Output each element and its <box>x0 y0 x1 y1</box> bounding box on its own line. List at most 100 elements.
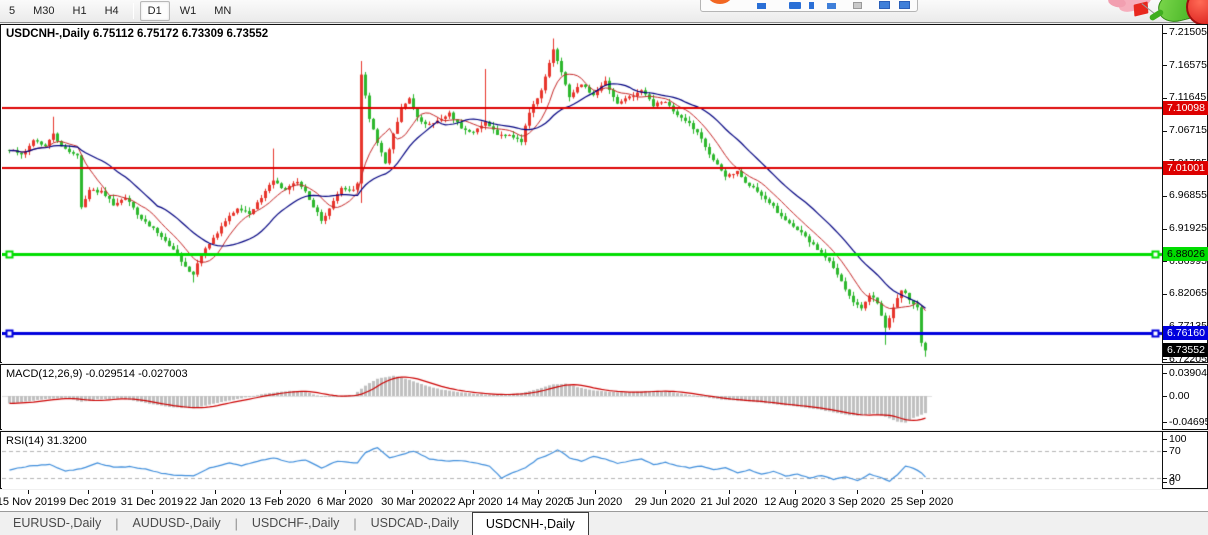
price-tick-mark <box>1163 196 1167 197</box>
rsi-tick-label: 0 <box>1169 476 1175 489</box>
blue-glyph-icon <box>809 2 814 9</box>
price-tick-label: 7.21505 <box>1169 26 1207 39</box>
rsi-label: RSI(14) 31.3200 <box>6 435 87 447</box>
date-tick-mark <box>729 490 730 494</box>
orange-swoosh-icon <box>705 0 735 4</box>
toolbar-separator <box>133 3 134 19</box>
logo-box <box>700 0 918 12</box>
date-tick-mark <box>595 490 596 494</box>
price-tick-label: 6.82065 <box>1169 287 1207 300</box>
main-chart-canvas[interactable] <box>2 26 1162 363</box>
timeframe-button-d1[interactable]: D1 <box>140 1 170 21</box>
date-label: 29 Jun 2020 <box>635 496 696 508</box>
price-tick-label: 6.91925 <box>1169 222 1207 235</box>
date-tick-mark <box>665 490 666 494</box>
timeframe-button-h1[interactable]: H1 <box>65 1 95 21</box>
date-label: 14 May 2020 <box>506 496 570 508</box>
date-label: 6 Mar 2020 <box>317 496 373 508</box>
date-label: 12 Aug 2020 <box>764 496 826 508</box>
date-label: 31 Dec 2019 <box>121 496 183 508</box>
tab-usdcnh[interactable]: USDCNH-,Daily <box>472 512 589 535</box>
chart-tab-bar: EURUSD-,Daily|AUDUSD-,Daily|USDCHF-,Dail… <box>0 512 1208 535</box>
timeframe-button-m30[interactable]: M30 <box>25 1 62 21</box>
date-tick-mark <box>215 490 216 494</box>
macd-tick-mark <box>1163 373 1167 374</box>
timeframe-button-5[interactable]: 5 <box>1 1 23 21</box>
date-label: 9 Dec 2019 <box>60 496 116 508</box>
level-price-label: 6.76160 <box>1163 326 1208 340</box>
price-tick-label: 7.06715 <box>1169 124 1207 137</box>
date-label: 5 Jun 2020 <box>568 496 622 508</box>
tab-usdchf[interactable]: USDCHF-,Daily <box>239 512 353 535</box>
blue-square-icon <box>879 1 890 9</box>
macd-tick-label: 0.039044 <box>1169 367 1208 380</box>
tab-audusd[interactable]: AUDUSD-,Daily <box>119 512 233 535</box>
macd-tick-mark <box>1163 396 1167 397</box>
tab-usdcad[interactable]: USDCAD-,Daily <box>358 512 472 535</box>
tab-eurusd[interactable]: EURUSD-,Daily <box>0 512 114 535</box>
date-label: 30 Mar 2020 <box>381 496 443 508</box>
timeframe-button-h4[interactable]: H4 <box>97 1 127 21</box>
date-tick-mark <box>412 490 413 494</box>
date-label: 15 Nov 2019 <box>0 496 59 508</box>
date-axis[interactable]: 15 Nov 20199 Dec 2019 31 Dec 201922 Jan 2… <box>0 490 1208 512</box>
date-tick-mark <box>857 490 858 494</box>
price-tick-label: 6.96855 <box>1169 189 1207 202</box>
current-price-label: 6.73552 <box>1163 343 1208 357</box>
date-label: 21 Jul 2020 <box>701 496 758 508</box>
price-tick-mark <box>1163 65 1167 66</box>
rsi-tick-mark <box>1163 478 1167 479</box>
price-tick-mark <box>1163 359 1167 360</box>
timeframe-toolbar: 5M30H1H4 D1W1MN <box>0 0 1208 23</box>
date-tick-mark <box>345 490 346 494</box>
level-price-label: 7.10098 <box>1163 101 1208 115</box>
date-label: 13 Feb 2020 <box>249 496 311 508</box>
blue-glyph-icon <box>789 2 801 9</box>
price-tick-label: 7.16575 <box>1169 59 1207 72</box>
date-tick-mark <box>88 490 89 494</box>
date-tick-mark <box>538 490 539 494</box>
date-tick-mark <box>280 490 281 494</box>
timeframe-button-w1[interactable]: W1 <box>172 1 205 21</box>
gray-glyph-icon <box>853 2 862 9</box>
blue-square-icon <box>899 1 910 9</box>
timeframe-buttons: 5M30H1H4 D1W1MN <box>0 1 240 21</box>
rsi-panel: RSI(14) 31.3200 10070300 <box>0 431 1208 489</box>
macd-tick-mark <box>1163 422 1167 423</box>
chart-title: USDCNH-,Daily 6.75112 6.75172 6.73309 6.… <box>6 28 268 40</box>
date-label: 22 Apr 2020 <box>443 496 502 508</box>
rsi-tick-mark <box>1163 439 1167 440</box>
date-label: 25 Sep 2020 <box>891 496 953 508</box>
timeframe-button-mn[interactable]: MN <box>206 1 239 21</box>
main-chart-panel: USDCNH-,Daily 6.75112 6.75172 6.73309 6.… <box>0 24 1208 363</box>
price-tick-mark <box>1163 33 1167 34</box>
macd-label: MACD(12,26,9) -0.029514 -0.027003 <box>6 368 188 380</box>
mascot-graphic <box>1108 0 1208 24</box>
rsi-tick-mark <box>1163 451 1167 452</box>
rsi-axis[interactable]: 10070300 <box>1163 432 1208 488</box>
rsi-tick-label: 70 <box>1169 445 1181 458</box>
macd-tick-label: 0.00 <box>1169 390 1189 403</box>
date-label: 3 Sep 2020 <box>829 496 885 508</box>
date-tick-mark <box>152 490 153 494</box>
macd-tick-label: -0.046959 <box>1169 416 1208 429</box>
rsi-canvas[interactable] <box>2 433 1162 489</box>
level-price-label: 6.88026 <box>1163 247 1208 261</box>
price-axis[interactable]: 7.215057.165757.116457.067157.017856.968… <box>1163 25 1208 362</box>
date-tick-mark <box>473 490 474 494</box>
price-tick-mark <box>1163 98 1167 99</box>
red-ball-icon <box>1186 0 1208 26</box>
date-tick-mark <box>28 490 29 494</box>
level-price-label: 7.01001 <box>1163 161 1208 175</box>
rsi-tick-mark <box>1163 482 1167 483</box>
logo-fragment <box>700 0 918 13</box>
terminal-window: 5M30H1H4 D1W1MN USDCNH-,Daily <box>0 0 1208 535</box>
date-label: 22 Jan 2020 <box>185 496 246 508</box>
price-tick-mark <box>1163 294 1167 295</box>
blue-glyph-icon <box>757 3 766 9</box>
date-tick-mark <box>922 490 923 494</box>
macd-axis[interactable]: 0.039044 0.00 -0.046959 <box>1163 365 1208 429</box>
price-tick-mark <box>1163 229 1167 230</box>
date-tick-mark <box>795 490 796 494</box>
blue-glyph-icon <box>827 3 836 9</box>
